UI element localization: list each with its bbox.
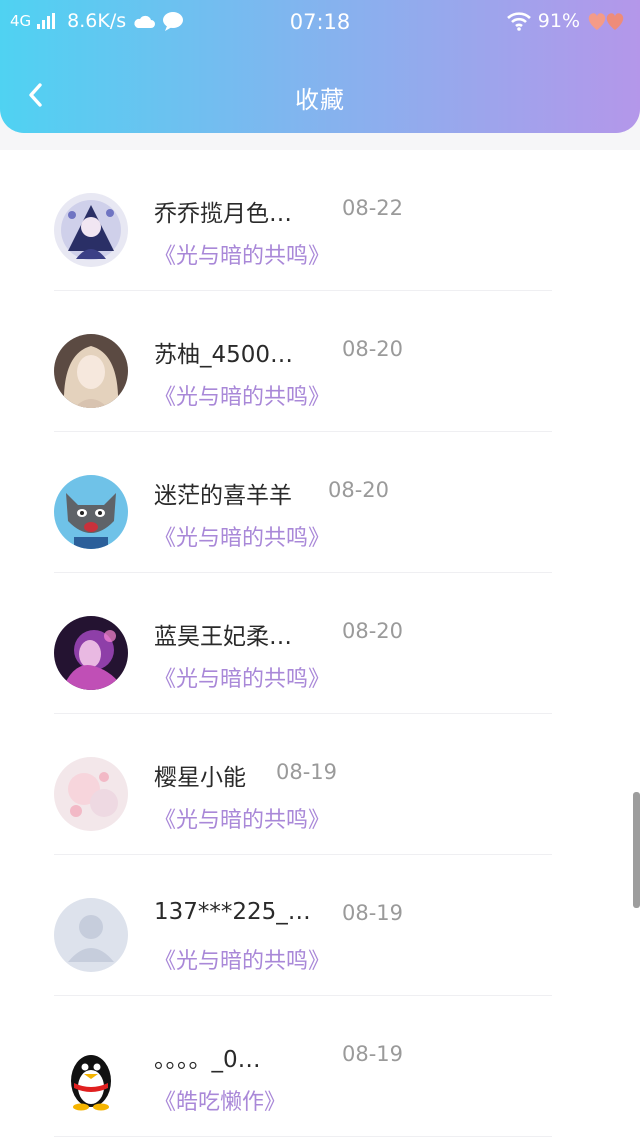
- favorite-date: 08-20: [342, 337, 404, 361]
- avatar[interactable]: [54, 757, 128, 831]
- divider: [54, 1136, 552, 1137]
- work-title[interactable]: 《光与暗的共鸣》: [154, 661, 330, 693]
- work-title[interactable]: 《皓吃懒作》: [154, 1084, 286, 1116]
- list-item[interactable]: 乔乔揽月色… 08-22 《光与暗的共鸣》: [0, 150, 640, 291]
- list-item[interactable]: 苏柚_4500… 08-20 《光与暗的共鸣》: [0, 291, 640, 432]
- favorite-date: 08-19: [342, 901, 404, 925]
- avatar[interactable]: [54, 475, 128, 549]
- qq-penguin-avatar-icon: [54, 1039, 128, 1113]
- default-user-avatar-icon: [54, 898, 128, 972]
- anime-dark-avatar-icon: [54, 193, 128, 267]
- avatar[interactable]: [54, 616, 128, 690]
- user-name: 乔乔揽月色…: [154, 201, 292, 227]
- avatar[interactable]: [54, 334, 128, 408]
- user-name: 蓝昊王妃柔…: [154, 624, 292, 650]
- favorites-list: 乔乔揽月色… 08-22 《光与暗的共鸣》 苏柚_4500… 08-20 《光与…: [0, 150, 640, 1138]
- avatar[interactable]: [54, 1039, 128, 1113]
- avatar[interactable]: [54, 898, 128, 972]
- list-item[interactable]: 137***225_… 08-19 《光与暗的共鸣》: [0, 855, 640, 996]
- favorite-date: 08-20: [342, 619, 404, 643]
- page-title: 收藏: [295, 86, 345, 114]
- user-name: 迷茫的喜羊羊: [154, 483, 292, 509]
- app-header: 4G 8.6K/s 07:18 91% 收藏: [0, 0, 640, 133]
- work-title[interactable]: 《光与暗的共鸣》: [154, 379, 330, 411]
- list-item[interactable]: 樱星小能 08-19 《光与暗的共鸣》: [0, 714, 640, 855]
- favorite-date: 08-19: [342, 1042, 404, 1066]
- pastel-avatar-icon: [54, 757, 128, 831]
- favorite-date: 08-22: [342, 196, 404, 220]
- favorite-date: 08-19: [276, 760, 338, 784]
- scrollbar[interactable]: [633, 792, 640, 908]
- user-name: 苏柚_4500…: [154, 342, 294, 368]
- work-title[interactable]: 《光与暗的共鸣》: [154, 238, 330, 270]
- heart-battery-icon: [588, 13, 624, 30]
- user-name: 。。。。_0…: [154, 1047, 261, 1073]
- user-name: 137***225_…: [154, 899, 311, 925]
- status-bar: 4G 8.6K/s 07:18 91%: [0, 0, 640, 44]
- work-title[interactable]: 《光与暗的共鸣》: [154, 802, 330, 834]
- battery-level: 91%: [537, 10, 580, 32]
- list-item[interactable]: 蓝昊王妃柔… 08-20 《光与暗的共鸣》: [0, 573, 640, 714]
- avatar[interactable]: [54, 193, 128, 267]
- wifi-icon: [506, 12, 531, 31]
- work-title[interactable]: 《光与暗的共鸣》: [154, 520, 330, 552]
- list-item[interactable]: 迷茫的喜羊羊 08-20 《光与暗的共鸣》: [0, 432, 640, 573]
- work-title[interactable]: 《光与暗的共鸣》: [154, 943, 330, 975]
- favorite-date: 08-20: [328, 478, 390, 502]
- purple-girl-avatar-icon: [54, 616, 128, 690]
- anime-girl-avatar-icon: [54, 334, 128, 408]
- list-item[interactable]: 。。。。_0… 08-19 《皓吃懒作》: [0, 996, 640, 1137]
- user-name: 樱星小能: [154, 765, 246, 791]
- grey-wolf-avatar-icon: [54, 475, 128, 549]
